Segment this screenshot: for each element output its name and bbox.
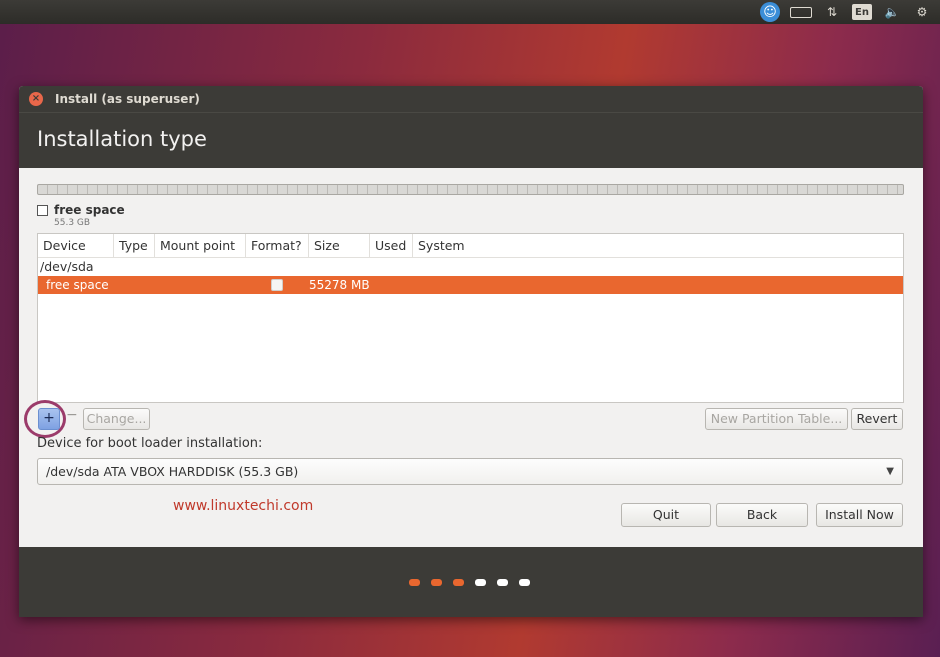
close-icon[interactable]: × xyxy=(29,92,43,106)
boot-loader-label: Device for boot loader installation: xyxy=(37,436,263,451)
change-button[interactable]: Change... xyxy=(83,408,150,430)
watermark: www.linuxtechi.com xyxy=(173,498,314,514)
partition-legend: free space 55.3 GB xyxy=(37,203,125,228)
column-device[interactable]: Device xyxy=(38,234,114,257)
chevron-down-icon: ▼ xyxy=(886,466,894,477)
format-checkbox[interactable] xyxy=(271,279,283,291)
cell-device: free space xyxy=(46,278,109,292)
page-title: Installation type xyxy=(19,112,923,168)
table-row-free-space[interactable]: free space 55278 MB xyxy=(38,276,903,294)
new-partition-table-button[interactable]: New Partition Table... xyxy=(705,408,848,430)
column-type[interactable]: Type xyxy=(114,234,155,257)
battery-icon[interactable] xyxy=(790,6,812,18)
progress-dot xyxy=(430,578,442,586)
boot-loader-select[interactable]: /dev/sda ATA VBOX HARDDISK (55.3 GB) ▼ xyxy=(37,458,903,485)
partition-table[interactable]: Device Type Mount point Format? Size Use… xyxy=(37,233,904,403)
window-title: Install (as superuser) xyxy=(55,92,200,106)
volume-icon[interactable]: 🔈 xyxy=(882,2,902,22)
install-now-button[interactable]: Install Now xyxy=(816,503,903,527)
titlebar: × Install (as superuser) xyxy=(19,86,923,112)
free-space-swatch xyxy=(37,205,48,216)
quit-button[interactable]: Quit xyxy=(621,503,711,527)
column-mount-point[interactable]: Mount point xyxy=(155,234,246,257)
cell-size: 55278 MB xyxy=(309,278,370,292)
progress-dot xyxy=(518,578,530,586)
revert-button[interactable]: Revert xyxy=(851,408,903,430)
remove-partition-button[interactable]: − xyxy=(66,407,78,423)
progress-dots xyxy=(19,547,923,617)
back-button[interactable]: Back xyxy=(716,503,808,527)
add-partition-button[interactable]: + xyxy=(38,408,60,430)
column-format[interactable]: Format? xyxy=(246,234,309,257)
progress-dot xyxy=(452,578,464,586)
partition-bar xyxy=(37,184,904,195)
cell-format xyxy=(155,276,309,294)
keyboard-language-indicator[interactable]: En xyxy=(852,4,872,20)
progress-dot xyxy=(474,578,486,586)
progress-dot xyxy=(496,578,508,586)
legend-label: free space xyxy=(54,203,125,217)
installer-window: × Install (as superuser) Installation ty… xyxy=(19,86,923,617)
column-used[interactable]: Used xyxy=(370,234,413,257)
progress-dot xyxy=(408,578,420,586)
column-size[interactable]: Size xyxy=(309,234,370,257)
gear-icon[interactable]: ⚙ xyxy=(912,2,932,22)
accessibility-icon[interactable]: ☺ xyxy=(760,2,780,22)
table-row-device[interactable]: /dev/sda xyxy=(38,258,903,276)
boot-loader-selected: /dev/sda ATA VBOX HARDDISK (55.3 GB) xyxy=(46,464,299,479)
table-header: Device Type Mount point Format? Size Use… xyxy=(38,234,903,258)
network-icon[interactable]: ⇅ xyxy=(822,2,842,22)
top-panel: ☺ ⇅ En 🔈 ⚙ xyxy=(0,0,940,24)
legend-size: 55.3 GB xyxy=(54,218,91,228)
column-system[interactable]: System xyxy=(413,234,903,257)
installation-type-content: free space 55.3 GB Device Type Mount poi… xyxy=(19,168,923,547)
